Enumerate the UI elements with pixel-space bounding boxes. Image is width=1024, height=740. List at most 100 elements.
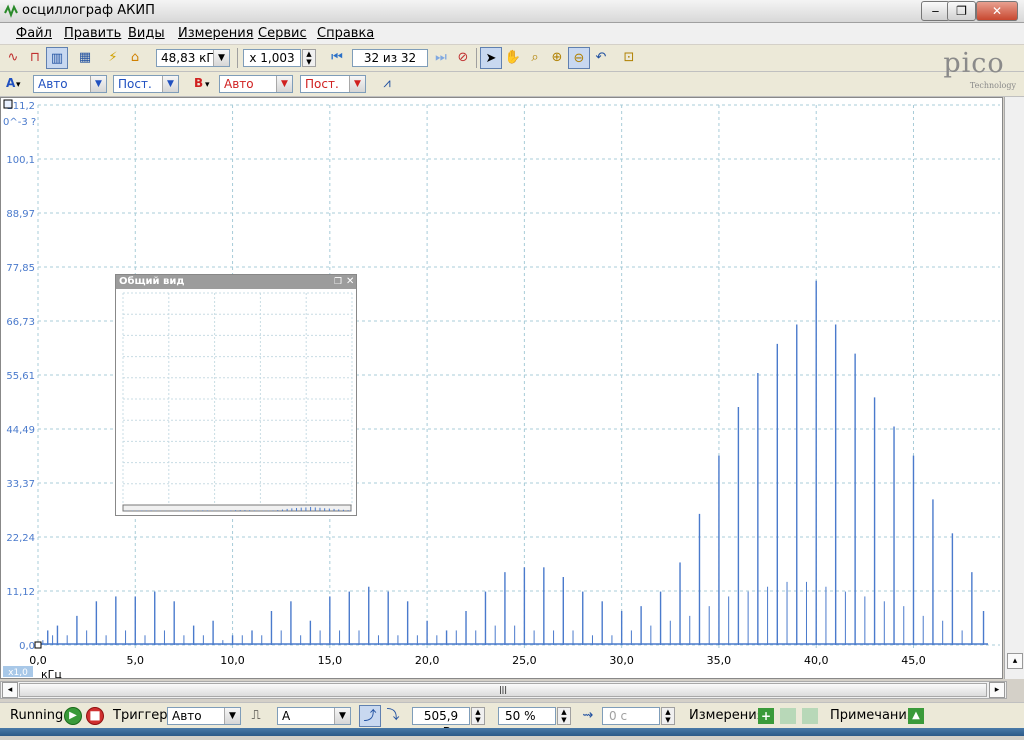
hand-tool-icon[interactable]: ✋ [502, 47, 524, 69]
x-tick-label: 30,0 [609, 654, 634, 667]
x-tick-label: 20,0 [415, 654, 440, 667]
zoom-window-icon[interactable]: ⌕ [524, 47, 546, 69]
channel-options-icon[interactable]: ⩘ [376, 73, 398, 95]
y-tick-label: 88,97 [6, 209, 35, 220]
delete-measurement-icon[interactable] [802, 708, 818, 724]
menu-edit[interactable]: Править [64, 26, 121, 41]
channel-a-coupling-select[interactable]: Пост. ▼ [113, 75, 179, 93]
y-tick-label: 11,12 [6, 587, 35, 598]
menu-tools[interactable]: Сервис [258, 26, 307, 41]
x-tick-label: 15,0 [318, 654, 343, 667]
chevron-down-icon: ▼ [349, 76, 365, 92]
falling-edge-icon[interactable]: ⤵ [382, 705, 404, 727]
channel-a-options-icon[interactable]: ▾ [16, 80, 21, 90]
trigger-delay-icon[interactable]: ⇝ [577, 705, 599, 727]
menu-bar: Файл Править Виды Измерения Сервис Справ… [0, 23, 1024, 44]
y-unit-label: 0^-3 ? [3, 117, 36, 128]
y-tick-label: 100,1 [6, 155, 35, 166]
spectrum-mode-icon[interactable]: ▥ [46, 47, 68, 69]
x-tick-label: 10,0 [220, 654, 245, 667]
pretrigger-spinner[interactable]: ▲ ▼ [557, 707, 571, 725]
title-bar: осциллограф АКИП ‒ ❐ ✕ [0, 0, 1024, 23]
toolbar-separator [237, 48, 238, 68]
axis-scale-handle [3, 99, 13, 109]
threshold-spinner[interactable]: ▲ ▼ [471, 707, 485, 725]
chevron-down-icon: ▼ [90, 76, 106, 92]
collection-frequency-select[interactable]: 48,83 кГц ▼ [156, 49, 230, 67]
y-tick-label: 55,61 [6, 371, 35, 382]
add-measurement-icon[interactable]: + [758, 708, 774, 724]
channel-a-range-select[interactable]: Авто ▼ [33, 75, 107, 93]
scroll-thumb[interactable]: ||| [19, 683, 987, 697]
x-tick-label: 45,0 [901, 654, 926, 667]
channel-b-label[interactable]: B [194, 76, 203, 90]
zoom-factor-field[interactable]: x 1,003 [243, 49, 301, 67]
scroll-right-icon[interactable]: ▸ [989, 682, 1005, 698]
channel-a-label[interactable]: A [6, 76, 15, 90]
overview-window[interactable]: Общий вид ❐ ✕ [115, 274, 357, 516]
channel-b-range-select[interactable]: Авто ▼ [219, 75, 293, 93]
menu-help[interactable]: Справка [317, 26, 374, 41]
close-button[interactable]: ✕ [976, 1, 1018, 21]
maximize-button[interactable]: ❐ [947, 1, 976, 21]
delay-spinner[interactable]: ▲ ▼ [661, 707, 675, 725]
run-state-label: Running [10, 708, 64, 723]
auto-setup-icon[interactable]: ⚡ [102, 47, 124, 69]
x-tick-label: 35,0 [707, 654, 732, 667]
zoom-out-icon[interactable]: ⊖ [568, 47, 590, 69]
y-tick-label: 22,24 [6, 533, 35, 544]
channel-b-options-icon[interactable]: ▾ [205, 80, 210, 90]
menu-measurements[interactable]: Измерения [178, 26, 253, 41]
menu-file[interactable]: Файл [16, 26, 52, 41]
scroll-left-icon[interactable]: ◂ [2, 682, 18, 698]
next-buffer-icon[interactable]: ⏭ [430, 47, 452, 69]
persistence-mode-icon[interactable]: ⊓ [24, 47, 46, 69]
buffer-navigator-field[interactable]: 32 из 32 [352, 49, 428, 67]
zoom-in-icon[interactable]: ⊕ [546, 47, 568, 69]
channel-b-coupling-select[interactable]: Пост. ▼ [300, 75, 366, 93]
zoom-spinner[interactable]: ▲ ▼ [302, 49, 316, 67]
vertical-scrollbar[interactable]: ▴ [1004, 97, 1024, 679]
stop-icon[interactable]: ■ [86, 707, 104, 725]
rising-edge-icon[interactable]: ⤴ [359, 705, 381, 727]
start-icon[interactable]: ▶ [64, 707, 82, 725]
overview-chart [122, 292, 353, 512]
horizontal-scrollbar[interactable]: ◂ ||| ▸ [0, 681, 1007, 699]
spectrum-view[interactable]: 0,0 11,12 22,24 33,37 44,49 55,61 66,73 77,85 88… [0, 97, 1003, 679]
restore-icon[interactable]: ❐ [334, 275, 342, 289]
logo-subtitle: Technology [969, 81, 1016, 90]
overview-title: Общий вид [116, 275, 356, 289]
scope-mode-icon[interactable]: ∿ [2, 47, 24, 69]
close-icon[interactable]: ✕ [346, 275, 354, 289]
trigger-threshold-field[interactable]: 505,9 mВ [412, 707, 470, 739]
notes-toggle-icon[interactable]: ▲ [908, 708, 924, 724]
y-tick-label: 33,37 [6, 479, 35, 490]
home-icon[interactable]: ⌂ [124, 47, 146, 69]
chevron-down-icon: ▼ [276, 76, 292, 92]
y-tick-label: 77,85 [6, 263, 35, 274]
previous-buffer-icon[interactable]: ⏮ [326, 47, 348, 69]
toolbar-separator [476, 48, 477, 68]
advanced-trigger-icon[interactable]: ⎍ [245, 705, 267, 727]
edit-measurement-icon[interactable] [780, 708, 796, 724]
bottom-toolbar: Running ▶ ■ Триггер Авто ▼ ⎍ A ▼ ⤴ ⤵ 505,9… [0, 702, 1024, 739]
pointer-tool-icon[interactable]: ➤ [480, 47, 502, 69]
minimize-button[interactable]: ‒ [921, 1, 950, 21]
x-tick-label: 0,0 [29, 654, 47, 667]
notes-label: Примечания [830, 708, 915, 723]
undo-zoom-icon[interactable]: ↶ [590, 47, 612, 69]
menu-views[interactable]: Виды [128, 26, 165, 41]
trigger-source-select[interactable]: A ▼ [277, 707, 351, 725]
scroll-up-icon[interactable]: ▴ [1007, 653, 1023, 669]
spectrum-options-icon[interactable]: ▦ [74, 47, 96, 69]
trigger-delay-field[interactable]: 0 с [602, 707, 660, 725]
fit-to-window-icon[interactable]: ⊡ [618, 47, 640, 69]
trigger-mode-select[interactable]: Авто ▼ [167, 707, 241, 725]
channel-toolbar: A ▾ Авто ▼ Пост. ▼ B ▾ Авто ▼ Пост. ▼ ⩘ [0, 72, 1024, 97]
chevron-down-icon: ▼ [334, 708, 350, 724]
pretrigger-field[interactable]: 50 % [498, 707, 556, 725]
main-toolbar: ∿ ⊓ ▥ ▦ ⚡ ⌂ 48,83 кГц ▼ x 1,003 ▲ ▼ ⏮ 32 и… [0, 45, 1024, 72]
chevron-down-icon: ▼ [162, 76, 178, 92]
navigate-icon[interactable]: ⊘ [452, 47, 474, 69]
y-tick-label: 44,49 [6, 425, 35, 436]
